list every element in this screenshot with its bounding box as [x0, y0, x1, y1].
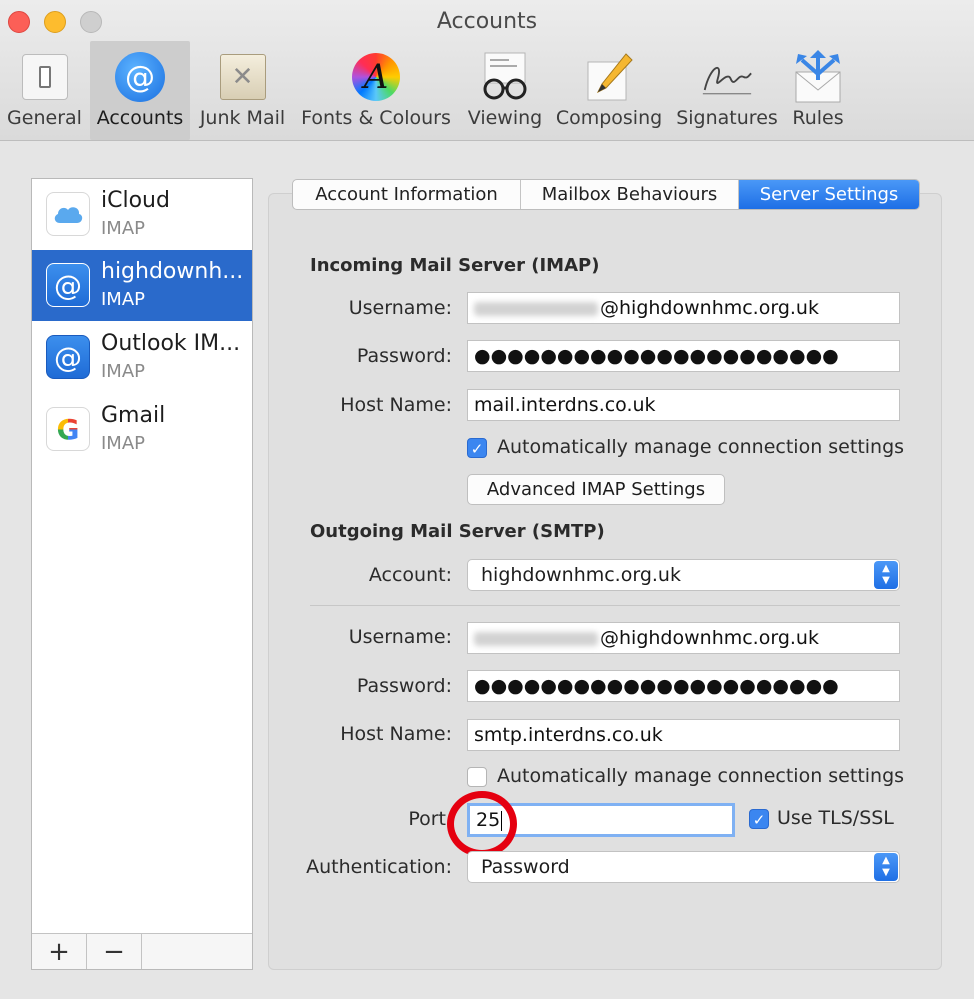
outgoing-password-field[interactable]: ●●●●●●●●●●●●●●●●●●●●●● — [467, 670, 900, 702]
account-type: IMAP — [101, 218, 146, 239]
glasses-icon — [479, 51, 531, 103]
outgoing-account-label: Account: — [368, 564, 452, 586]
outgoing-username-label: Username: — [348, 626, 452, 648]
toolbar-fonts-colours[interactable]: A Fonts & Colours — [296, 41, 456, 140]
incoming-host-field[interactable]: mail.interdns.co.uk — [467, 389, 900, 421]
incoming-password-label: Password: — [356, 345, 452, 367]
envelope-arrows-icon — [792, 50, 844, 103]
toolbar-label: Composing — [555, 107, 663, 129]
toolbar-label: Viewing — [467, 107, 543, 129]
use-tls-ssl-checkbox[interactable]: ✓ — [749, 809, 769, 829]
outgoing-auto-manage-label: Automatically manage connection settings — [497, 765, 905, 787]
toolbar-label: Rules — [792, 107, 844, 129]
toolbar-rules[interactable]: Rules — [785, 41, 851, 140]
toolbar-label: General — [7, 107, 82, 129]
outgoing-password-label: Password: — [356, 675, 452, 697]
toolbar-label: Fonts & Colours — [301, 107, 451, 129]
incoming-password-field[interactable]: ●●●●●●●●●●●●●●●●●●●●●● — [467, 340, 900, 372]
toolbar-viewing[interactable]: Viewing — [466, 41, 544, 140]
window-toolbar: Accounts General @ Accounts ✕ Junk Mail … — [0, 0, 974, 141]
toolbar-accounts[interactable]: @ Accounts — [90, 41, 190, 140]
window-title: Accounts — [436, 9, 538, 34]
account-tabs: Account Information Mailbox Behaviours S… — [292, 179, 920, 210]
authentication-select[interactable]: Password ▲ ▼ — [467, 851, 900, 883]
incoming-username-field[interactable]: @highdownhmc.org.uk — [467, 292, 900, 324]
advanced-imap-settings-button[interactable]: Advanced IMAP Settings — [467, 474, 725, 505]
toolbar-composing[interactable]: Composing — [552, 41, 666, 140]
remove-account-button[interactable]: − — [87, 934, 142, 969]
section-divider — [310, 605, 900, 606]
outgoing-port-label: Port — [408, 808, 446, 830]
toolbar-label: Signatures — [676, 107, 778, 129]
incoming-username-label: Username: — [348, 297, 452, 319]
annotation-circle — [447, 791, 517, 857]
tab-server-settings[interactable]: Server Settings — [739, 180, 919, 209]
outgoing-host-label: Host Name: — [340, 723, 452, 745]
use-tls-ssl-label: Use TLS/SSL — [777, 807, 894, 829]
toolbar-label: Junk Mail — [199, 107, 286, 129]
incoming-host-label: Host Name: — [340, 394, 452, 416]
junk-bin-icon: ✕ — [217, 51, 269, 103]
toolbar-label: Accounts — [96, 107, 184, 129]
general-switch-icon — [19, 51, 71, 103]
signature-icon — [701, 51, 753, 103]
tab-account-information[interactable]: Account Information — [293, 180, 521, 209]
redacted-username — [474, 301, 598, 316]
toolbar-general[interactable]: General — [0, 41, 89, 140]
pencil-icon — [583, 51, 635, 103]
icloud-icon — [46, 192, 90, 236]
toolbar-junk-mail[interactable]: ✕ Junk Mail — [192, 41, 293, 140]
redacted-username — [474, 631, 598, 646]
incoming-auto-manage-checkbox[interactable]: ✓ — [467, 438, 487, 458]
account-list-footer: + − — [32, 933, 252, 969]
outgoing-auto-manage-checkbox[interactable] — [467, 767, 487, 787]
add-account-button[interactable]: + — [32, 934, 87, 969]
tab-mailbox-behaviours[interactable]: Mailbox Behaviours — [521, 180, 739, 209]
font-colour-wheel-icon: A — [350, 51, 402, 103]
incoming-auto-manage-label: Automatically manage connection settings — [497, 436, 905, 458]
account-name: iCloud — [101, 188, 170, 213]
outgoing-host-field[interactable]: smtp.interdns.co.uk — [467, 719, 900, 751]
select-arrows-icon: ▲ ▼ — [874, 561, 898, 589]
authentication-label: Authentication: — [306, 856, 452, 878]
outgoing-account-select[interactable]: highdownhmc.org.uk ▲ ▼ — [467, 559, 900, 591]
account-name: highdownh... — [101, 259, 244, 284]
toolbar-signatures[interactable]: Signatures — [672, 41, 782, 140]
account-type: IMAP — [101, 433, 146, 454]
outgoing-username-field[interactable]: @highdownhmc.org.uk — [467, 622, 900, 654]
select-arrows-icon: ▲ ▼ — [874, 853, 898, 881]
at-sign-icon: @ — [114, 51, 166, 103]
account-row-icloud[interactable]: iCloud IMAP — [32, 179, 252, 250]
incoming-section-title: Incoming Mail Server (IMAP) — [310, 255, 600, 276]
outgoing-section-title: Outgoing Mail Server (SMTP) — [310, 521, 605, 542]
